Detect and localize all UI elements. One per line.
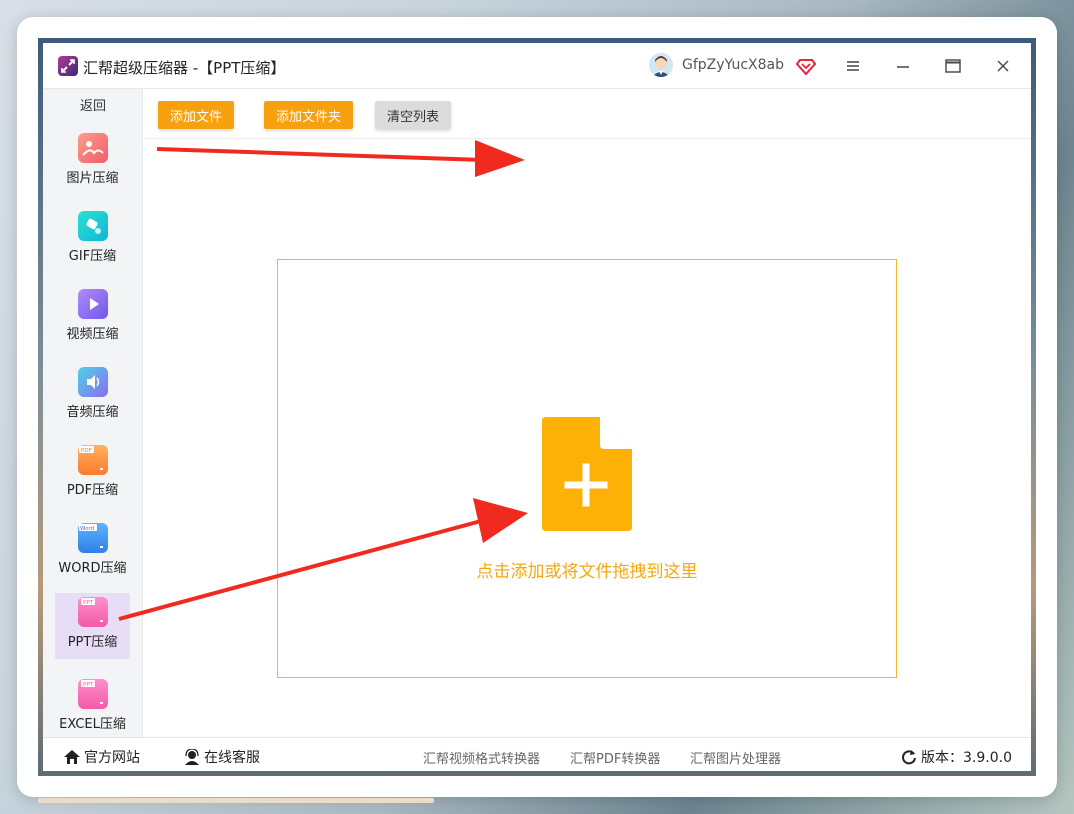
sidebar-item-word[interactable]: Word WORD压缩 bbox=[55, 519, 130, 585]
refresh-icon bbox=[902, 750, 916, 765]
gif-icon bbox=[77, 211, 108, 241]
video-icon bbox=[77, 289, 108, 319]
sidebar-item-pdf[interactable]: PDF PDF压缩 bbox=[55, 441, 130, 507]
maximize-icon[interactable] bbox=[940, 53, 966, 79]
vip-diamond-icon[interactable] bbox=[795, 56, 817, 80]
sidebar-item-label: 图片压缩 bbox=[66, 171, 119, 186]
video-converter-link[interactable]: 汇帮视频格式转换器 bbox=[423, 748, 540, 767]
ppt-icon: PPT bbox=[77, 597, 108, 627]
arrow-to-toolbar bbox=[156, 140, 525, 177]
sidebar-item-label: WORD压缩 bbox=[58, 561, 127, 576]
sidebar-item-label: GIF压缩 bbox=[68, 249, 117, 264]
sidebar-item-label: EXCEL压缩 bbox=[59, 717, 126, 732]
sidebar-item-gif[interactable]: GIF压缩 bbox=[55, 207, 130, 273]
menu-icon[interactable] bbox=[840, 53, 866, 79]
excel-icon: PPT bbox=[77, 679, 108, 709]
sidebar-item-ppt[interactable]: PPT PPT压缩 bbox=[55, 593, 130, 659]
add-file-icon bbox=[542, 417, 632, 535]
back-link[interactable]: 返回 bbox=[43, 95, 143, 114]
sidebar-item-audio[interactable]: 音频压缩 bbox=[55, 363, 130, 429]
version-label: 版本：3.9.0.0 bbox=[921, 750, 1012, 766]
sidebar-item-excel[interactable]: PPT EXCEL压缩 bbox=[55, 675, 130, 741]
app-logo-icon bbox=[58, 56, 78, 76]
svg-text:PPT: PPT bbox=[83, 600, 94, 606]
image-icon bbox=[77, 133, 108, 163]
pdf-converter-link[interactable]: 汇帮PDF转换器 bbox=[570, 748, 660, 767]
image-processor-link[interactable]: 汇帮图片处理器 bbox=[690, 748, 781, 767]
toolbar: 添加文件 添加文件夹 清空列表 bbox=[144, 89, 1031, 139]
close-icon[interactable] bbox=[990, 53, 1016, 79]
background-strip bbox=[38, 798, 434, 803]
online-support-label: 在线客服 bbox=[204, 750, 260, 766]
headset-icon bbox=[185, 749, 199, 765]
svg-text:Word: Word bbox=[80, 526, 94, 532]
version-info[interactable]: 版本：3.9.0.0 bbox=[901, 747, 1012, 767]
audio-icon bbox=[77, 367, 108, 397]
add-folder-button[interactable]: 添加文件夹 bbox=[264, 101, 354, 129]
app-title: 汇帮超级压缩器 -【PPT压缩】 bbox=[83, 59, 286, 77]
sidebar-item-label: 视频压缩 bbox=[66, 327, 119, 342]
status-bar: 官方网站 在线客服 汇帮视频格式转换器 汇帮PDF转换器 汇帮图片处理器 版本：… bbox=[43, 737, 1031, 771]
file-drop-zone[interactable]: 点击添加或将文件拖拽到这里 bbox=[277, 259, 897, 678]
home-icon bbox=[64, 750, 80, 764]
pdf-icon: PDF bbox=[77, 445, 108, 475]
sidebar-item-video[interactable]: 视频压缩 bbox=[55, 285, 130, 351]
drop-zone-hint: 点击添加或将文件拖拽到这里 bbox=[476, 562, 698, 582]
clear-list-button[interactable]: 清空列表 bbox=[375, 101, 452, 129]
official-website-link[interactable]: 官方网站 bbox=[63, 747, 140, 767]
title-bar: 汇帮超级压缩器 -【PPT压缩】 GfpZyYucX8ab bbox=[43, 43, 1031, 89]
minimize-icon[interactable] bbox=[890, 53, 916, 79]
online-support-link[interactable]: 在线客服 bbox=[183, 747, 260, 767]
add-file-button[interactable]: 添加文件 bbox=[158, 101, 235, 129]
avatar[interactable] bbox=[649, 53, 673, 77]
sidebar-item-label: PPT压缩 bbox=[67, 635, 118, 650]
official-website-label: 官方网站 bbox=[84, 750, 140, 766]
app-window: 汇帮超级压缩器 -【PPT压缩】 GfpZyYucX8ab 返回 图片压缩 GI… bbox=[43, 43, 1031, 771]
username[interactable]: GfpZyYucX8ab bbox=[682, 57, 784, 73]
svg-text:PDF: PDF bbox=[81, 448, 92, 454]
sidebar-item-image[interactable]: 图片压缩 bbox=[55, 129, 130, 195]
svg-text:PPT: PPT bbox=[83, 682, 94, 688]
word-icon: Word bbox=[77, 523, 108, 553]
sidebar-item-label: 音频压缩 bbox=[66, 405, 119, 420]
sidebar: 返回 图片压缩 GIF压缩 视频压缩 音频压缩 PDF PDF压缩 Word W… bbox=[43, 89, 143, 737]
sidebar-item-label: PDF压缩 bbox=[66, 483, 119, 498]
